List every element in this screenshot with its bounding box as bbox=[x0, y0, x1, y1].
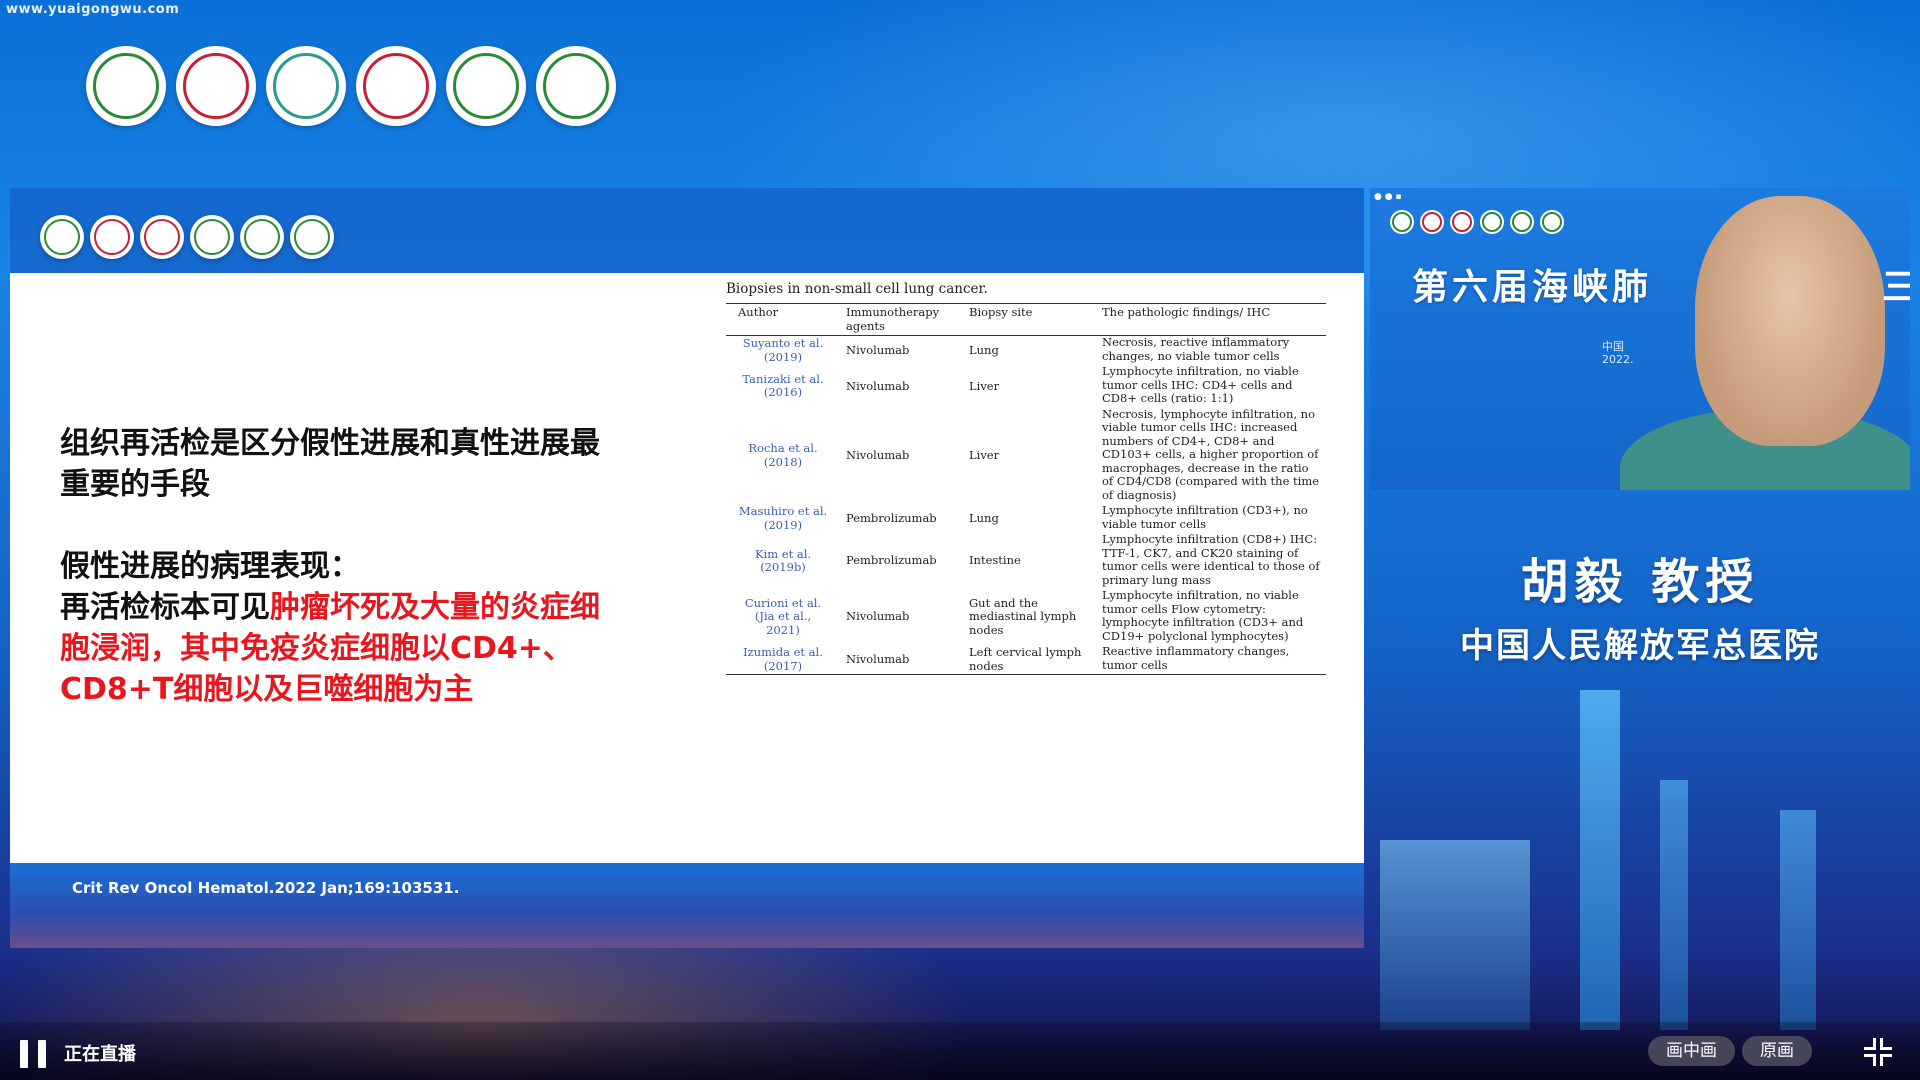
table-cell-author: Izumida et al. (2017) bbox=[726, 645, 834, 675]
cswog-logo bbox=[266, 46, 346, 126]
table-cell-finding: Lymphocyte infiltration (CD8+) IHC: TTF-… bbox=[1102, 532, 1320, 587]
table-cell-author: Suyanto et al. (2019) bbox=[742, 336, 824, 364]
camera-logo-4 bbox=[1480, 210, 1504, 234]
camera-sub-line-1: 中国 bbox=[1602, 340, 1624, 353]
camera-logo-6 bbox=[1540, 210, 1564, 234]
slide-footer: Crit Rev Oncol Hematol.2022 Jan;169:1035… bbox=[10, 863, 1364, 948]
slide-main-text: 组织再活检是区分假性进展和真性进展最 重要的手段 假性进展的病理表现： 再活检标… bbox=[60, 423, 690, 710]
table-header: Immunotherapy agents bbox=[834, 303, 957, 336]
picture-in-picture-button[interactable]: 画中画 bbox=[1648, 1036, 1735, 1066]
table-cell-author: Rocha et al. (2018) bbox=[748, 441, 818, 469]
table-row: Izumida et al. (2017) Nivolumab Left cervi… bbox=[726, 644, 1326, 675]
speaker-organization: 中国人民解放军总医院 bbox=[1460, 626, 1820, 666]
original-quality-button[interactable]: 原画 bbox=[1742, 1036, 1812, 1066]
watermark: www.yuaigongwu.com bbox=[6, 2, 180, 17]
table-cell-site: Liver bbox=[969, 378, 1000, 393]
table-header: Biopsy site bbox=[957, 303, 1090, 336]
organization-logo-2 bbox=[176, 46, 256, 126]
table-row: Curioni et al. (Jia et al., 2021) Nivolum… bbox=[726, 588, 1326, 645]
camera-backdrop-title: 第六届海峡肺 bbox=[1412, 266, 1653, 308]
slide-logo-4 bbox=[190, 215, 234, 259]
table-cell-agent: Pembrolizumab bbox=[846, 553, 937, 568]
table-cell-finding: Lymphocyte infiltration, no viable tumor… bbox=[1102, 588, 1304, 643]
table-row: Rocha et al. (2018) Nivolumab Liver Necrosi… bbox=[726, 406, 1326, 505]
table-cell-site: Intestine bbox=[969, 553, 1021, 568]
city-skyline-decoration bbox=[1360, 690, 1920, 1030]
table-cell-agent: Nivolumab bbox=[846, 342, 910, 357]
table-cell-author: Tanizaki et al. (2016) bbox=[742, 371, 824, 400]
table-cell-author: Masuhiro et al. (2019) bbox=[738, 504, 828, 532]
slide-heading-line-2: 重要的手段 bbox=[60, 467, 210, 502]
camera-logo-2 bbox=[1420, 210, 1444, 234]
slide-heading-line-1: 组织再活检是区分假性进展和真性进展最 bbox=[60, 426, 600, 461]
pause-icon[interactable] bbox=[20, 1040, 46, 1068]
table-cell-finding: Necrosis, lymphocyte infiltration, no vi… bbox=[1102, 406, 1320, 502]
table-cell-finding: Lymphocyte infiltration (CD3+), no viabl… bbox=[1102, 503, 1308, 531]
table-row: Kim et al. (2019b) Pembrolizumab Intestine… bbox=[726, 532, 1326, 589]
table-cell-agent: Nivolumab bbox=[846, 448, 910, 462]
table-header: Author bbox=[726, 303, 834, 336]
slide-logo-5 bbox=[240, 215, 284, 259]
citation: Crit Rev Oncol Hematol.2022 Jan;169:1035… bbox=[72, 879, 460, 897]
camera-status-icons: ● ● ▪ bbox=[1374, 192, 1402, 202]
slide-logo-6 bbox=[290, 215, 334, 259]
table-cell-author: Kim et al. (2019b) bbox=[754, 546, 812, 574]
organization-logo-5 bbox=[446, 46, 526, 126]
live-status-label: 正在直播 bbox=[64, 1044, 136, 1065]
camera-logo-1 bbox=[1390, 210, 1414, 234]
slide-logo-2 bbox=[90, 215, 134, 259]
camera-logo-5 bbox=[1510, 210, 1534, 234]
slide-subheading: 假性进展的病理表现： bbox=[60, 549, 360, 584]
table-cell-site: Lung bbox=[969, 510, 999, 525]
table-cell-finding: Necrosis, reactive inflammatory changes,… bbox=[1102, 335, 1290, 363]
camera-logos bbox=[1390, 210, 1564, 234]
slide-body-red-1: 肿瘤坏死及大量的炎症细 bbox=[270, 590, 600, 625]
speaker-name: 胡毅 教授 bbox=[1520, 554, 1760, 610]
table-cell-agent: Pembrolizumab bbox=[846, 510, 937, 525]
slide-body-prefix: 再活检标本可见 bbox=[60, 590, 270, 625]
presentation-slide: 组织再活检是区分假性进展和真性进展最 重要的手段 假性进展的病理表现： 再活检标… bbox=[10, 188, 1364, 948]
table-caption: Biopsies in non-small cell lung cancer. bbox=[726, 281, 988, 297]
table-cell-site: Gut and the mediastinal lymph nodes bbox=[969, 595, 1077, 637]
slide-body-red-3: CD8+T细胞以及巨噬细胞为主 bbox=[60, 672, 474, 707]
table-row: Tanizaki et al. (2016) Nivolumab Liver Lymp… bbox=[726, 364, 1326, 408]
paper-table: Biopsies in non-small cell lung cancer. … bbox=[726, 273, 1336, 675]
table-cell-site: Lung bbox=[969, 342, 999, 357]
table-header: The pathologic findings/ IHC bbox=[1090, 303, 1326, 336]
slide-logo-3 bbox=[140, 215, 184, 259]
speaker-head bbox=[1695, 196, 1885, 446]
header-logos bbox=[86, 46, 616, 126]
camera-backdrop-title-tail: 三 bbox=[1882, 266, 1910, 308]
slide-body-line-1: 再活检标本可见肿瘤坏死及大量的炎症细 bbox=[60, 587, 690, 628]
slide-body-red-2: 胞浸润，其中免疫炎症细胞以CD4+、 bbox=[60, 631, 573, 666]
table-cell-agent: Nivolumab bbox=[846, 609, 910, 624]
table-cell-site: Left cervical lymph nodes bbox=[957, 645, 1090, 675]
camera-sub-line-2: 2022. bbox=[1602, 353, 1634, 366]
exit-fullscreen-icon[interactable] bbox=[1864, 1038, 1892, 1066]
slide-content: 组织再活检是区分假性进展和真性进展最 重要的手段 假性进展的病理表现： 再活检标… bbox=[10, 273, 1364, 863]
table-cell-agent: Nivolumab bbox=[834, 645, 957, 675]
table-row: Masuhiro et al. (2019) Pembrolizumab Lung L… bbox=[726, 503, 1326, 533]
strait-forum-logo bbox=[536, 46, 616, 126]
table-cell-finding: Lymphocyte infiltration, no viable tumor… bbox=[1102, 364, 1299, 405]
slide-logo-1 bbox=[40, 215, 84, 259]
zhiyuan-yisheng-logo bbox=[356, 46, 436, 126]
camera-logo-3 bbox=[1450, 210, 1474, 234]
slide-logos bbox=[40, 215, 334, 259]
table-row: Suyanto et al. (2019) Nivolumab Lung Necros… bbox=[726, 335, 1326, 366]
table-cell-site: Liver bbox=[969, 448, 1000, 462]
biopsy-table: Author Immunotherapy agents Biopsy site … bbox=[726, 303, 1326, 675]
table-cell-agent: Nivolumab bbox=[846, 378, 910, 393]
organization-logo-1 bbox=[86, 46, 166, 126]
speaker-camera-feed: ● ● ▪ 第六届海峡肺 中国 2022. 三 bbox=[1370, 188, 1910, 490]
table-cell-finding: Reactive inflammatory changes, tumor cel… bbox=[1090, 644, 1326, 675]
camera-backdrop-subtitle: 中国 2022. bbox=[1602, 340, 1634, 366]
table-cell-author: Curioni et al. (Jia et al., 2021) bbox=[744, 595, 822, 637]
player-control-bar: 正在直播 画中画 原画 bbox=[0, 1022, 1920, 1080]
